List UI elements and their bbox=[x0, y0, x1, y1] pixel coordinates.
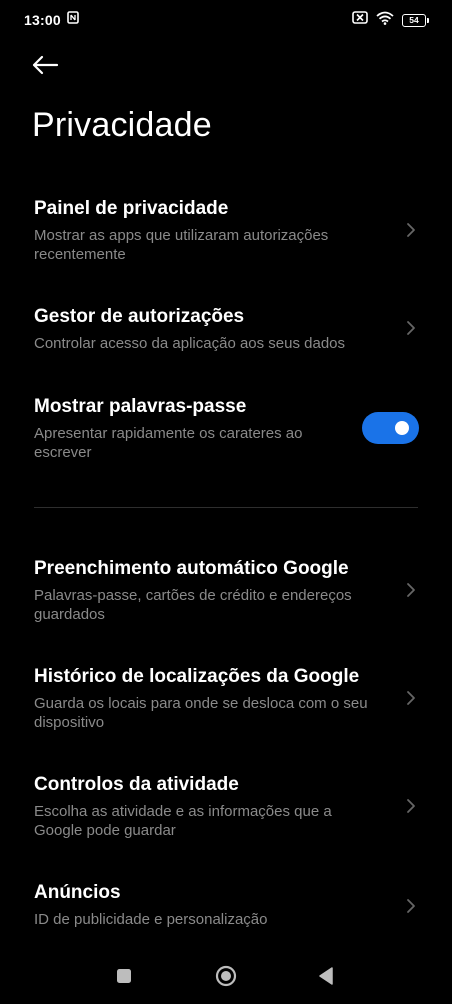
item-title: Histórico de localizações da Google bbox=[34, 666, 360, 687]
toggle-knob bbox=[395, 421, 409, 435]
status-bar: 13:00 54 bbox=[0, 0, 452, 40]
privacy-dashboard-item[interactable]: Painel de privacidade Mostrar as apps qu… bbox=[0, 198, 452, 270]
show-passwords-toggle[interactable] bbox=[362, 412, 419, 444]
ads-item[interactable]: Anúncios ID de publicidade e personaliza… bbox=[0, 882, 452, 936]
item-description: ID de publicidade e personalização bbox=[34, 911, 268, 928]
item-title: Preenchimento automático Google bbox=[34, 558, 349, 579]
home-button[interactable] bbox=[212, 964, 240, 992]
nfc-icon bbox=[67, 11, 79, 29]
item-description: Apresentar rapidamente os carateres ao e… bbox=[34, 425, 303, 461]
item-title: Mostrar palavras-passe bbox=[34, 396, 247, 417]
home-circle-icon bbox=[215, 965, 237, 992]
chevron-right-icon bbox=[404, 580, 418, 600]
privacy-settings-screen: 13:00 54 Privacidade Painel de privacida… bbox=[0, 0, 452, 1004]
show-passwords-item: Mostrar palavras-passe Apresentar rapida… bbox=[0, 396, 452, 468]
back-triangle-icon bbox=[318, 966, 334, 990]
status-left: 13:00 bbox=[24, 11, 79, 29]
back-arrow-icon bbox=[31, 55, 59, 80]
battery-icon: 54 bbox=[402, 13, 429, 27]
item-description: Palavras-passe, cartões de crédito e end… bbox=[34, 587, 352, 623]
item-description: Escolha as atividade e as informações qu… bbox=[34, 803, 332, 839]
section-divider bbox=[34, 507, 418, 508]
activity-controls-item[interactable]: Controlos da atividade Escolha as ativid… bbox=[0, 774, 452, 846]
status-time: 13:00 bbox=[24, 12, 61, 28]
chevron-right-icon bbox=[404, 688, 418, 708]
nav-back-button[interactable] bbox=[312, 964, 340, 992]
navigation-bar bbox=[0, 954, 452, 1004]
item-title: Anúncios bbox=[34, 882, 121, 903]
recents-square-icon bbox=[116, 968, 132, 989]
item-description: Mostrar as apps que utilizaram autorizaç… bbox=[34, 227, 329, 263]
back-button[interactable] bbox=[28, 52, 62, 82]
wifi-icon bbox=[376, 11, 394, 30]
chevron-right-icon bbox=[404, 318, 418, 338]
item-title: Gestor de autorizações bbox=[34, 306, 245, 327]
status-right: 54 bbox=[352, 11, 429, 30]
item-title: Controlos da atividade bbox=[34, 774, 239, 795]
no-sim-icon bbox=[352, 11, 368, 29]
item-title: Painel de privacidade bbox=[34, 198, 229, 219]
page-title: Privacidade bbox=[32, 106, 212, 144]
battery-level: 54 bbox=[409, 14, 419, 25]
permission-manager-item[interactable]: Gestor de autorizações Controlar acesso … bbox=[0, 306, 452, 360]
google-location-history-item[interactable]: Histórico de localizações da Google Guar… bbox=[0, 666, 452, 738]
recents-button[interactable] bbox=[110, 964, 138, 992]
chevron-right-icon bbox=[404, 796, 418, 816]
google-autofill-item[interactable]: Preenchimento automático Google Palavras… bbox=[0, 558, 452, 630]
item-description: Guarda os locais para onde se desloca co… bbox=[34, 695, 368, 731]
chevron-right-icon bbox=[404, 220, 418, 240]
item-description: Controlar acesso da aplicação aos seus d… bbox=[34, 335, 346, 352]
chevron-right-icon bbox=[404, 896, 418, 916]
